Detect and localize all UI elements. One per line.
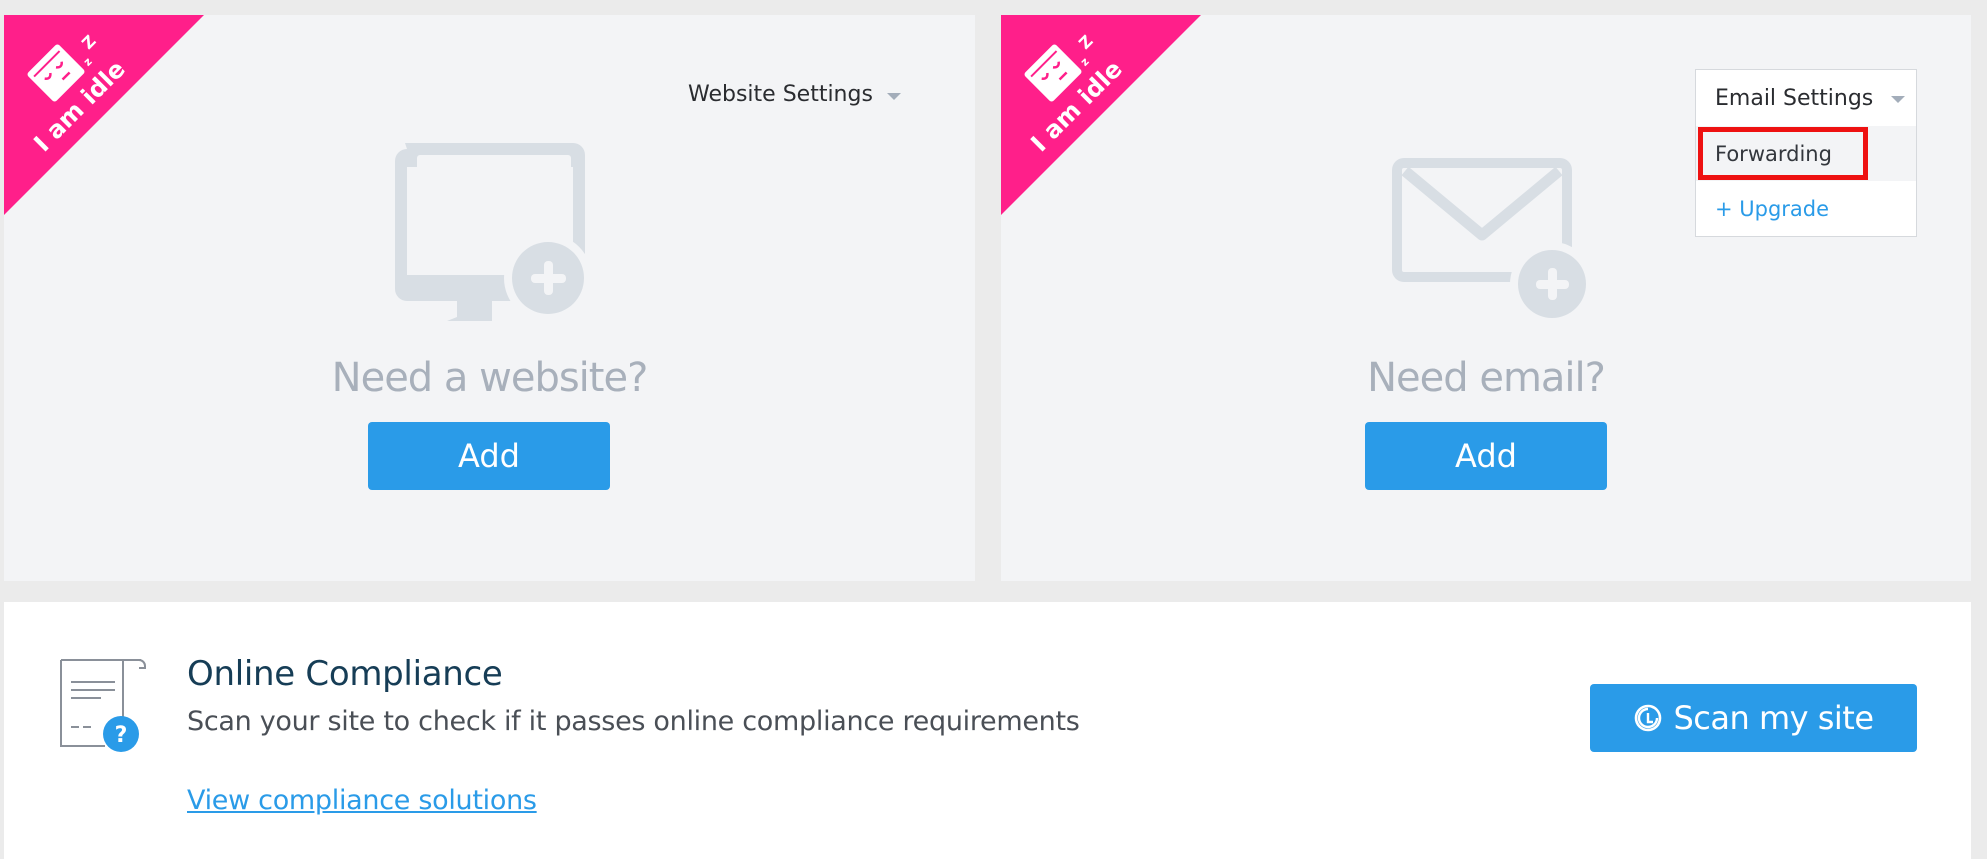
email-settings-label: Email Settings bbox=[1715, 85, 1874, 111]
idle-badge: Z z I am idle bbox=[1001, 15, 1201, 215]
scan-button-label: Scan my site bbox=[1673, 699, 1874, 737]
view-compliance-solutions-link[interactable]: View compliance solutions bbox=[187, 785, 537, 816]
website-settings-dropdown[interactable]: Website Settings bbox=[688, 82, 901, 107]
compliance-document-icon: ? bbox=[57, 658, 152, 762]
add-email-button[interactable]: Add bbox=[1365, 422, 1607, 490]
idle-badge: Z z I am idle bbox=[4, 15, 204, 215]
compliance-description: Scan your site to check if it passes onl… bbox=[187, 706, 1080, 737]
menu-item-forwarding[interactable]: Forwarding bbox=[1696, 126, 1916, 181]
chevron-down-icon bbox=[1891, 96, 1906, 103]
email-settings-dropdown[interactable]: Email Settings Forwarding + Upgrade bbox=[1695, 69, 1917, 237]
chevron-down-icon bbox=[886, 92, 901, 100]
email-settings-toggle[interactable]: Email Settings bbox=[1696, 70, 1916, 126]
envelope-add-icon bbox=[1391, 157, 1594, 331]
monitor-add-icon bbox=[395, 143, 595, 332]
email-cta-title: Need email? bbox=[1367, 355, 1606, 401]
menu-item-upgrade[interactable]: + Upgrade bbox=[1696, 181, 1916, 236]
question-icon: ? bbox=[115, 723, 128, 748]
highlight-box bbox=[1698, 127, 1868, 180]
add-website-button[interactable]: Add bbox=[368, 422, 610, 490]
website-cta-title: Need a website? bbox=[331, 355, 649, 401]
compliance-title: Online Compliance bbox=[187, 654, 503, 694]
website-card: Z z I am idle Website Settings Need a we… bbox=[4, 15, 975, 581]
email-card: Z z I am idle Email Settings Forwarding … bbox=[1001, 15, 1971, 581]
scan-my-site-button[interactable]: Scan my site bbox=[1590, 684, 1917, 752]
website-settings-label: Website Settings bbox=[688, 82, 873, 107]
compliance-card: ? Online Compliance Scan your site to ch… bbox=[4, 602, 1971, 859]
radar-scan-icon bbox=[1635, 704, 1662, 732]
